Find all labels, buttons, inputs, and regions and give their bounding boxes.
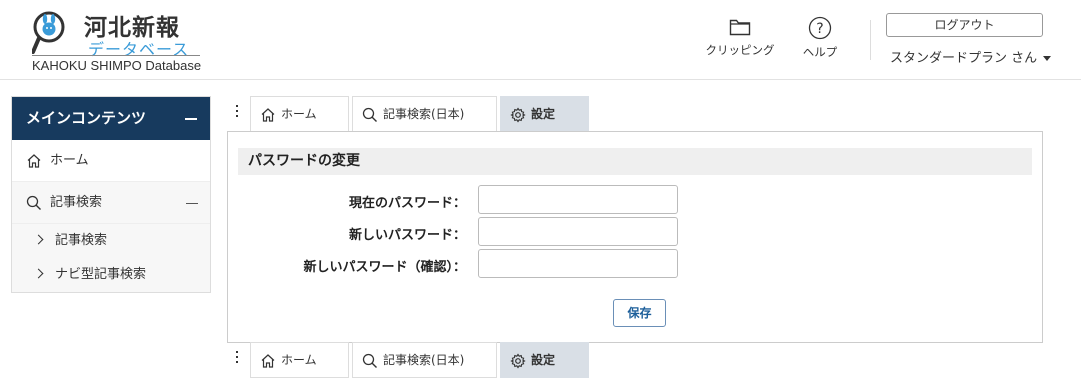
tab-label: 記事検索(日本) [383, 107, 465, 121]
header-divider [870, 20, 871, 60]
home-icon [261, 354, 275, 368]
tab-settings[interactable]: 設定 [500, 342, 589, 378]
chevron-right-icon [33, 268, 44, 279]
tab-menu-icon[interactable] [236, 105, 239, 117]
tab-label: 設定 [531, 353, 556, 367]
help-label: ヘルプ [802, 45, 838, 59]
chevron-right-icon [33, 234, 44, 245]
settings-panel: パスワードの変更 現在のパスワード： 新しいパスワード： 新しいパスワード（確認… [227, 131, 1043, 343]
tab-settings[interactable]: 設定 [500, 96, 589, 132]
confirm-password-row: 新しいパスワード（確認）： [228, 249, 1044, 279]
clipping-button[interactable]: クリッピング [700, 18, 780, 58]
svg-text:?: ? [816, 21, 823, 37]
kahoku-logo[interactable]: 河北新報 データベース KAHOKU SHIMPO Database [28, 8, 208, 76]
sidebar-item-search[interactable]: 記事検索 [12, 182, 210, 224]
tab-article-search[interactable]: 記事検索(日本) [352, 342, 497, 378]
current-password-label: 現在のパスワード： [348, 196, 466, 211]
sidebar-item-label: ホーム [50, 153, 89, 168]
gear-icon [510, 353, 526, 369]
user-plan-menu[interactable]: スタンダードプラン さん [890, 47, 1052, 66]
new-password-row: 新しいパスワード： [228, 217, 1044, 247]
sidebar-item-label: 記事検索 [50, 195, 103, 210]
tab-label: 記事検索(日本) [383, 353, 465, 367]
current-password-field[interactable] [478, 185, 678, 214]
search-icon [362, 107, 377, 122]
confirm-password-label: 新しいパスワード（確認）： [303, 260, 466, 275]
section-title: パスワードの変更 [238, 148, 1032, 175]
search-icon [26, 195, 41, 210]
folder-icon [729, 19, 751, 36]
caret-down-icon [1043, 56, 1052, 61]
sidebar-subitem-article-search[interactable]: 記事検索 [12, 224, 210, 258]
tab-home[interactable]: ホーム [250, 96, 349, 132]
sidebar-title: メインコンテンツ [26, 109, 147, 127]
confirm-password-field[interactable] [478, 249, 678, 278]
sidebar-item-home[interactable]: ホーム [12, 140, 210, 182]
sidebar-header[interactable]: メインコンテンツ [12, 97, 210, 140]
sidebar: メインコンテンツ ホーム 記事検索 記事検索 ナビ型記事検索 [11, 96, 211, 293]
home-icon [261, 108, 275, 122]
tab-article-search[interactable]: 記事検索(日本) [352, 96, 497, 132]
tab-label: ホーム [281, 353, 317, 367]
logo-subtitle: データベース [88, 40, 190, 59]
sidebar-subitem-label: 記事検索 [55, 233, 108, 248]
clipping-label: クリッピング [705, 43, 775, 57]
logo-divider [32, 55, 200, 56]
tab-label: 設定 [531, 107, 556, 121]
collapse-icon[interactable] [186, 203, 198, 204]
magnifier-rabbit-icon [32, 11, 65, 54]
new-password-label: 新しいパスワード： [348, 228, 466, 243]
help-button[interactable]: ? ヘルプ [795, 16, 845, 60]
gear-icon [510, 107, 526, 123]
logo-english: KAHOKU SHIMPO Database [32, 58, 202, 73]
sidebar-subitem-navi-search[interactable]: ナビ型記事検索 [12, 258, 210, 292]
save-button[interactable]: 保存 [613, 299, 666, 327]
tab-label: ホーム [281, 107, 317, 121]
app-header: 河北新報 データベース KAHOKU SHIMPO Database クリッピン… [0, 0, 1081, 80]
user-plan-label: スタンダードプラン さん [890, 51, 1038, 66]
search-icon [362, 353, 377, 368]
new-password-field[interactable] [478, 217, 678, 246]
tab-menu-icon[interactable] [236, 351, 239, 363]
collapse-icon[interactable] [185, 118, 197, 120]
sidebar-subitem-label: ナビ型記事検索 [55, 267, 147, 282]
help-icon: ? [808, 16, 832, 40]
current-password-row: 現在のパスワード： [228, 185, 1044, 215]
home-icon [27, 154, 41, 168]
tab-home[interactable]: ホーム [250, 342, 349, 378]
logout-button[interactable]: ログアウト [886, 13, 1043, 37]
